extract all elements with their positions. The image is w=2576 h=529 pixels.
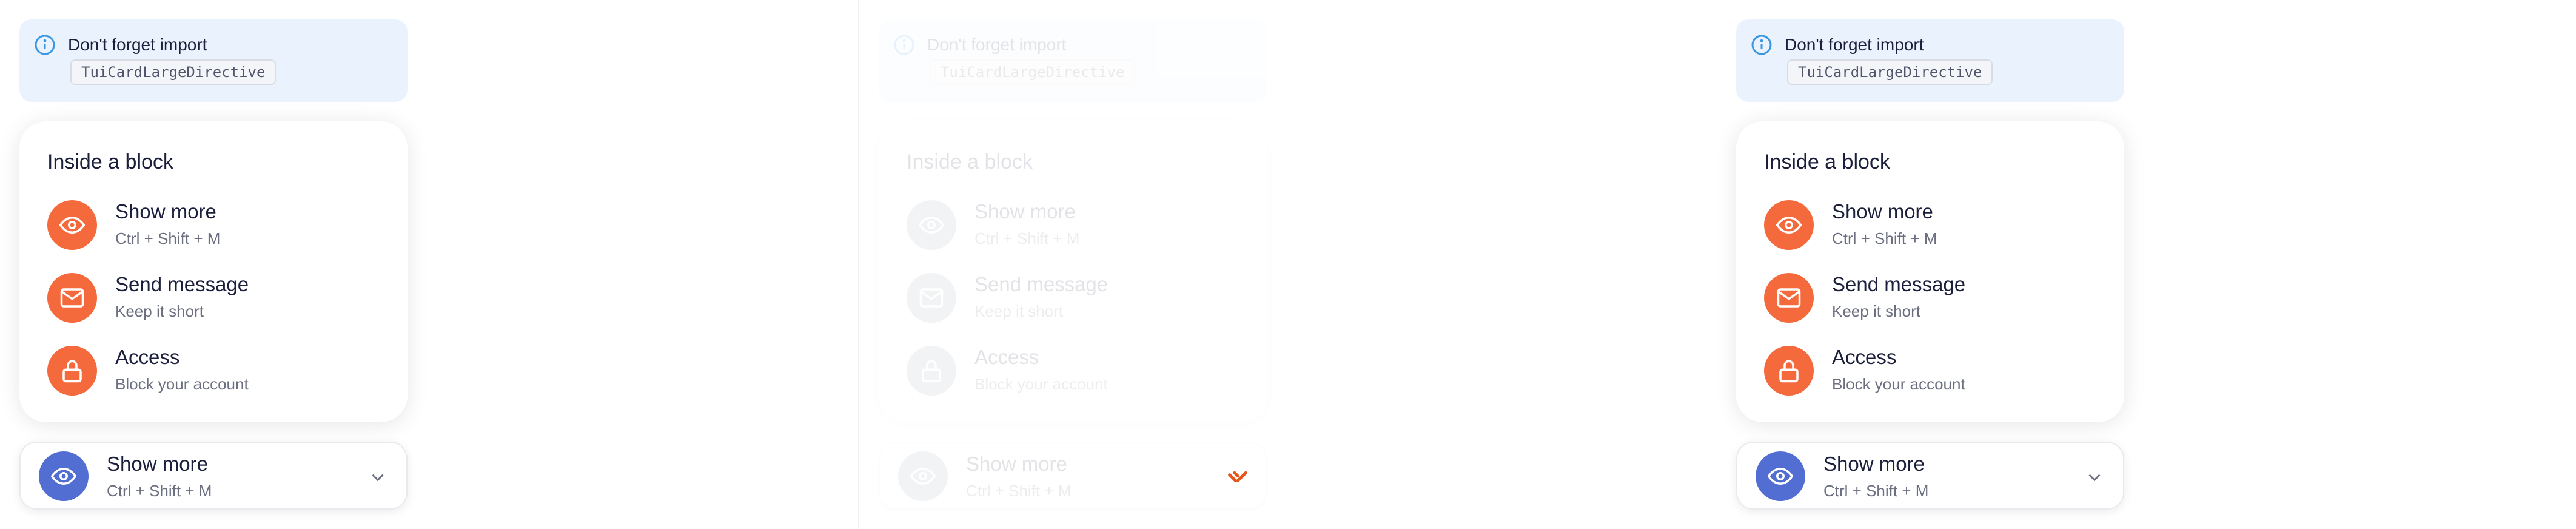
eye-avatar bbox=[39, 451, 89, 501]
item-send-message[interactable]: Send message Keep it short bbox=[1764, 271, 2104, 325]
show-more-dropdown[interactable]: Show more Ctrl + Shift + M bbox=[19, 442, 408, 510]
item-access[interactable]: Access Block your account bbox=[1764, 343, 2104, 398]
demo-panel-default: Don't forget import TuiCardLargeDirectiv… bbox=[0, 0, 857, 529]
code-chip: TuiCardLargeDirective bbox=[70, 59, 277, 85]
dropdown-title: Show more bbox=[107, 453, 208, 475]
spinner-icon bbox=[1228, 471, 1247, 483]
demo-panel-loading: Don't forget import TuiCardLargeDirectiv… bbox=[859, 0, 1716, 529]
eye-icon bbox=[59, 216, 85, 234]
item-subtitle: Keep it short bbox=[974, 302, 1063, 320]
item-title: Show more bbox=[974, 200, 1076, 223]
mail-icon bbox=[1777, 288, 1801, 308]
import-notice: Don't forget import TuiCardLargeDirectiv… bbox=[879, 19, 1267, 102]
mail-avatar bbox=[47, 273, 97, 323]
eye-avatar bbox=[1756, 451, 1805, 501]
card-title: Inside a block bbox=[1764, 150, 1890, 174]
mail-avatar bbox=[1764, 273, 1814, 323]
block-card: Inside a block Show more Ctrl + Shift + … bbox=[879, 121, 1267, 422]
card-title: Inside a block bbox=[47, 150, 173, 174]
item-subtitle: Block your account bbox=[974, 375, 1108, 393]
item-subtitle: Keep it short bbox=[1832, 302, 1920, 320]
dropdown-title: Show more bbox=[1823, 453, 1925, 475]
item-subtitle: Block your account bbox=[1832, 375, 1965, 393]
demo-panel-hover: Don't forget import TuiCardLargeDirectiv… bbox=[1717, 0, 2574, 529]
lock-avatar bbox=[47, 346, 97, 396]
item-subtitle: Keep it short bbox=[115, 302, 204, 320]
info-icon bbox=[1751, 35, 1772, 55]
lock-avatar bbox=[907, 346, 956, 396]
block-card: Inside a block Show more Ctrl + Shift + … bbox=[19, 121, 408, 422]
chevron-down-icon[interactable] bbox=[367, 467, 388, 488]
dropdown-subtitle: Ctrl + Shift + M bbox=[966, 482, 1072, 500]
lock-avatar bbox=[1764, 346, 1814, 396]
item-show-more[interactable]: Show more Ctrl + Shift + M bbox=[1764, 198, 2104, 252]
item-send-message[interactable]: Send message Keep it short bbox=[47, 271, 387, 325]
eye-icon bbox=[1776, 216, 1802, 234]
show-more-dropdown[interactable]: Show more Ctrl + Shift + M bbox=[1736, 442, 2124, 510]
notice-text: Don't forget import bbox=[927, 35, 1067, 54]
item-subtitle: Ctrl + Shift + M bbox=[1832, 229, 1937, 248]
item-access[interactable]: Access Block your account bbox=[47, 343, 387, 398]
mail-icon bbox=[919, 288, 944, 308]
eye-icon bbox=[910, 467, 936, 485]
eye-icon bbox=[919, 216, 944, 234]
item-title: Access bbox=[974, 346, 1039, 368]
item-title: Access bbox=[115, 346, 180, 368]
eye-avatar bbox=[47, 200, 97, 250]
item-show-more[interactable]: Show more Ctrl + Shift + M bbox=[907, 198, 1246, 252]
mail-icon bbox=[60, 288, 84, 308]
show-more-dropdown[interactable]: Show more Ctrl + Shift + M bbox=[879, 442, 1267, 510]
item-access[interactable]: Access Block your account bbox=[907, 343, 1246, 398]
panel-divider bbox=[858, 0, 859, 529]
item-show-more[interactable]: Show more Ctrl + Shift + M bbox=[47, 198, 387, 252]
lock-icon bbox=[922, 360, 941, 383]
item-subtitle: Ctrl + Shift + M bbox=[974, 229, 1080, 248]
import-notice: Don't forget import TuiCardLargeDirectiv… bbox=[19, 19, 408, 102]
import-notice: Don't forget import TuiCardLargeDirectiv… bbox=[1736, 19, 2124, 102]
item-subtitle: Block your account bbox=[115, 375, 249, 393]
eye-icon bbox=[51, 467, 76, 485]
item-title: Show more bbox=[115, 200, 216, 223]
item-title: Access bbox=[1832, 346, 1897, 368]
eye-avatar bbox=[907, 200, 956, 250]
item-title: Send message bbox=[1832, 273, 1966, 295]
code-chip: TuiCardLargeDirective bbox=[1787, 59, 1993, 85]
item-send-message[interactable]: Send message Keep it short bbox=[907, 271, 1246, 325]
dropdown-subtitle: Ctrl + Shift + M bbox=[107, 482, 212, 500]
lock-icon bbox=[1779, 360, 1799, 383]
item-title: Show more bbox=[1832, 200, 1933, 223]
code-chip: TuiCardLargeDirective bbox=[930, 59, 1136, 85]
eye-icon bbox=[1768, 467, 1793, 485]
info-icon bbox=[894, 35, 914, 55]
mail-avatar bbox=[907, 273, 956, 323]
item-subtitle: Ctrl + Shift + M bbox=[115, 229, 221, 248]
notice-text: Don't forget import bbox=[1785, 35, 1924, 54]
info-icon bbox=[35, 35, 55, 55]
notice-text: Don't forget import bbox=[68, 35, 207, 54]
block-card: Inside a block Show more Ctrl + Shift + … bbox=[1736, 121, 2124, 422]
chevron-down-icon[interactable] bbox=[2084, 467, 2105, 488]
card-title: Inside a block bbox=[907, 150, 1033, 174]
item-title: Send message bbox=[115, 273, 249, 295]
eye-avatar bbox=[1764, 200, 1814, 250]
eye-avatar bbox=[898, 451, 948, 501]
dropdown-title: Show more bbox=[966, 453, 1067, 475]
dropdown-subtitle: Ctrl + Shift + M bbox=[1823, 482, 1929, 500]
item-title: Send message bbox=[974, 273, 1109, 295]
lock-icon bbox=[62, 360, 82, 383]
